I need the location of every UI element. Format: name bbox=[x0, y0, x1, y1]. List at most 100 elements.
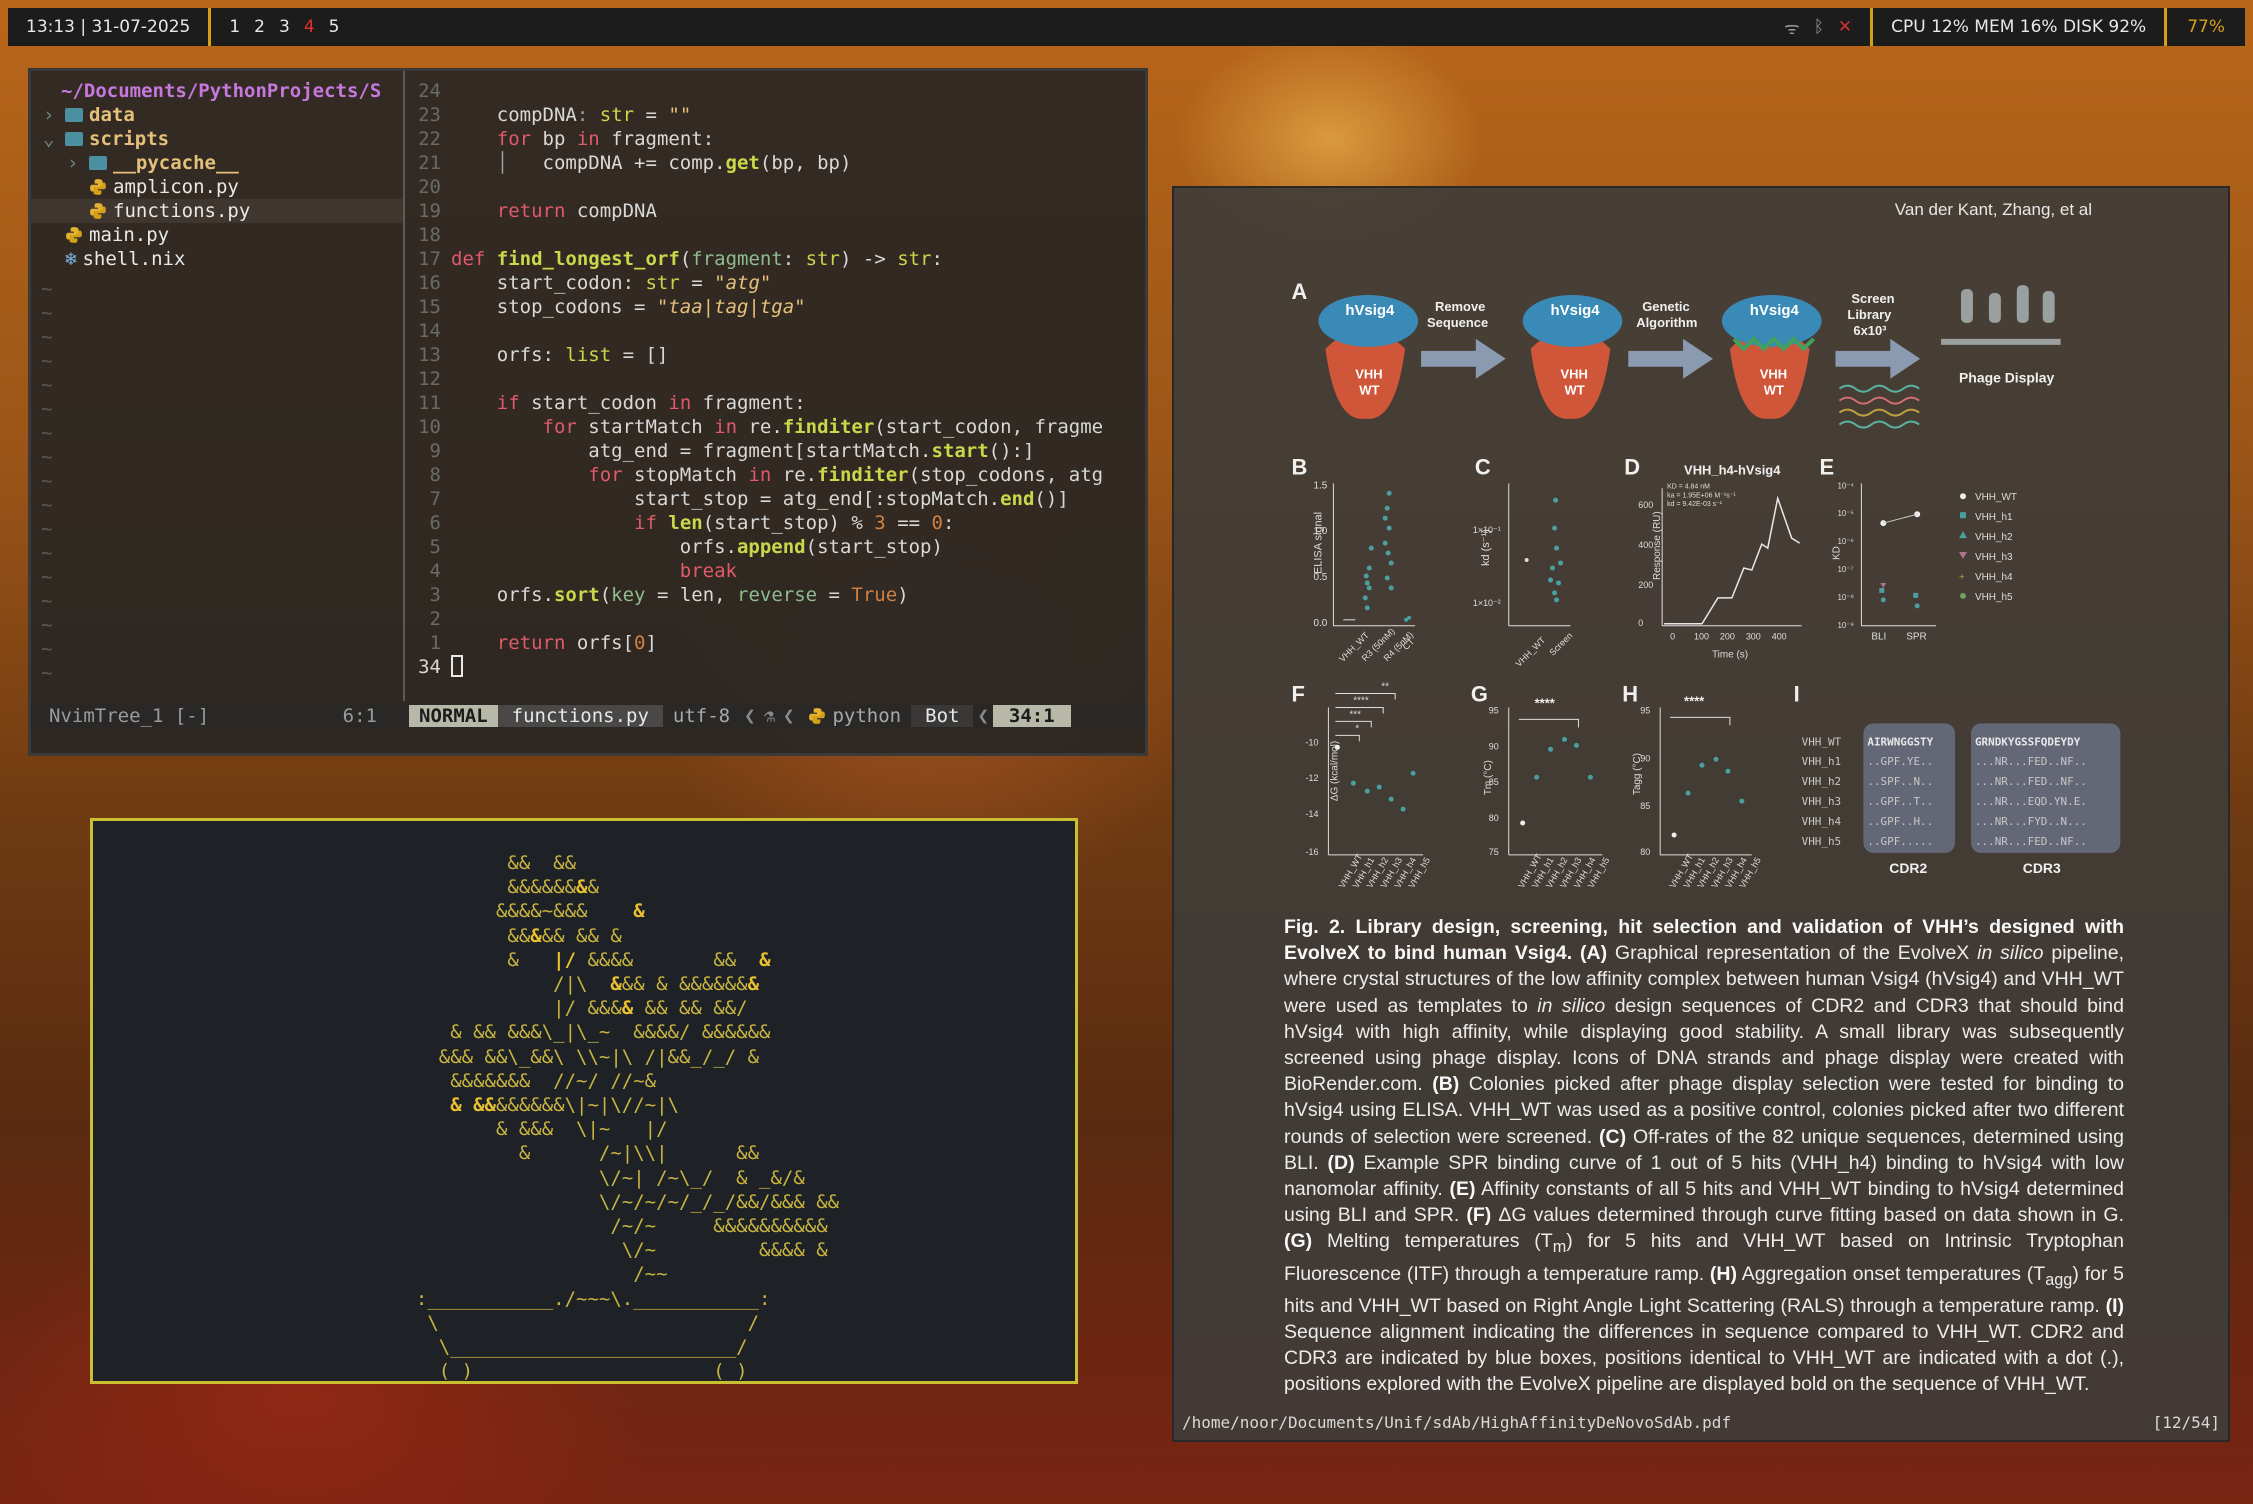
tree-buffer-name: NvimTree_1 [-] bbox=[49, 705, 210, 727]
svg-text:Sequence: Sequence bbox=[1427, 315, 1488, 330]
svg-text:VHH_h2: VHH_h2 bbox=[1975, 532, 2013, 543]
svg-text:****: **** bbox=[1353, 695, 1369, 706]
terminal-window[interactable]: && && &&&&&&&& &&&&~&&& & &&&&& && & & |… bbox=[90, 818, 1078, 1384]
chevron-down-icon: ⌄ bbox=[43, 128, 55, 150]
complex-2: hVsig4 VHH WT bbox=[1522, 295, 1623, 419]
svg-text:WT: WT bbox=[1565, 383, 1585, 398]
svg-text:..GPF..H..: ..GPF..H.. bbox=[1867, 815, 1933, 828]
svg-text:10⁻⁴: 10⁻⁴ bbox=[1837, 481, 1854, 490]
svg-text:90: 90 bbox=[1489, 741, 1499, 751]
workspace-2[interactable]: 2 bbox=[254, 17, 265, 37]
tree-item-label: functions.py bbox=[113, 200, 251, 222]
svg-text:10⁻⁷: 10⁻⁷ bbox=[1837, 565, 1853, 574]
wifi-icon[interactable]: ᯤ bbox=[1784, 16, 1800, 39]
python-icon bbox=[66, 227, 82, 243]
chevron-left-icon: ❮ bbox=[783, 705, 795, 727]
panel-label-d: D bbox=[1624, 454, 1640, 479]
svg-text:Screen: Screen bbox=[1851, 291, 1894, 306]
tree-item-label: main.py bbox=[89, 224, 170, 246]
svg-text:...NR...FED..NF..: ...NR...FED..NF.. bbox=[1975, 835, 2087, 848]
svg-text:VHH_h4-hVsig4: VHH_h4-hVsig4 bbox=[1684, 462, 1781, 477]
svg-text:VHH_h5: VHH_h5 bbox=[1975, 592, 2013, 603]
file-type: python bbox=[832, 705, 902, 727]
flask-icon: ⚗ bbox=[763, 705, 776, 727]
resource-monitor: CPU 12% MEM 16% DISK 92% bbox=[1873, 8, 2168, 46]
code-editor[interactable]: 24 23 compDNA: str = "" 22 for bp in fra… bbox=[407, 79, 1147, 699]
folder-icon bbox=[89, 156, 107, 170]
clock: 13:13 | 31-07-2025 bbox=[8, 8, 212, 46]
vim-mode: NORMAL bbox=[409, 705, 498, 727]
svg-text:+: + bbox=[1959, 572, 1965, 583]
svg-text:10⁻⁶: 10⁻⁶ bbox=[1837, 537, 1853, 546]
svg-text:VHH_h4: VHH_h4 bbox=[1802, 815, 1842, 828]
svg-text:VHH_WT: VHH_WT bbox=[1975, 492, 2017, 503]
empty-line-markers: ~ ~ ~ ~ ~ ~ ~ ~ ~ ~ ~ ~ ~ ~ ~ ~ ~ bbox=[41, 278, 53, 684]
svg-text:1.5: 1.5 bbox=[1313, 480, 1327, 491]
svg-text:KD: KD bbox=[1831, 546, 1842, 560]
panel-f-deltaG: ΔG (kcal/mol) -10 -12 -14 -16 ** **** **… bbox=[1306, 682, 1433, 890]
tree-item-functions[interactable]: functions.py bbox=[31, 199, 403, 223]
svg-text:..GPF.....: ..GPF..... bbox=[1867, 835, 1933, 848]
svg-text:95: 95 bbox=[1489, 705, 1499, 715]
svg-text:****: **** bbox=[1684, 693, 1705, 708]
nvim-window[interactable]: ~/Documents/PythonProjects/S › data ⌄ scri… bbox=[28, 68, 1148, 756]
svg-text:Remove: Remove bbox=[1435, 299, 1485, 314]
file-tree: ~/Documents/PythonProjects/S › data ⌄ scri… bbox=[31, 71, 403, 701]
chevron-right-icon: › bbox=[67, 152, 79, 174]
tree-item-shell-nix[interactable]: ❄ shell.nix bbox=[31, 247, 403, 271]
tree-item-main[interactable]: main.py bbox=[31, 223, 403, 247]
svg-text:1×10⁻¹: 1×10⁻¹ bbox=[1473, 525, 1501, 535]
tree-item-label: data bbox=[89, 104, 135, 126]
tree-item-label: scripts bbox=[89, 128, 170, 150]
close-icon[interactable]: ✕ bbox=[1838, 17, 1852, 37]
scroll-position: Bot bbox=[911, 705, 974, 727]
pdf-page-indicator: [12/54] bbox=[2152, 1413, 2220, 1432]
svg-text:hVsig4: hVsig4 bbox=[1551, 302, 1601, 319]
pdf-viewer[interactable]: Van der Kant, Zhang, et al A hVsig4 VHH … bbox=[1172, 186, 2230, 1442]
panel-e-affinity: KD 10⁻⁴ 10⁻⁵ 10⁻⁶ 10⁻⁷ 10⁻⁸ 10⁻⁹ BLI SPR… bbox=[1831, 481, 2017, 642]
tree-item-scripts[interactable]: ⌄ scripts bbox=[31, 127, 403, 151]
tray-status: ᯤ ᛒ ✕ bbox=[1766, 8, 1874, 46]
svg-text:0.0: 0.0 bbox=[1313, 618, 1327, 629]
file-encoding: utf-8 bbox=[672, 705, 731, 727]
panel-label-i: I bbox=[1794, 681, 1800, 706]
pdf-status-bar: /home/noor/Documents/Unif/sdAb/HighAffin… bbox=[1182, 1413, 2220, 1432]
workspace-4[interactable]: 4 bbox=[304, 17, 315, 37]
svg-text:CDR2: CDR2 bbox=[1889, 860, 1927, 876]
workspace-3[interactable]: 3 bbox=[279, 17, 290, 37]
chevron-left-icon: ❮ bbox=[977, 705, 989, 727]
tree-item-data[interactable]: › data bbox=[31, 103, 403, 127]
svg-text:VHH: VHH bbox=[1355, 367, 1382, 382]
svg-text:VHH: VHH bbox=[1561, 367, 1588, 382]
svg-text:85: 85 bbox=[1489, 777, 1499, 787]
svg-text:VHH_h1: VHH_h1 bbox=[1975, 512, 2013, 523]
panel-label-h: H bbox=[1622, 681, 1638, 706]
svg-text:..GPF.YE..: ..GPF.YE.. bbox=[1867, 755, 1933, 768]
svg-text:WT: WT bbox=[1764, 383, 1784, 398]
svg-text:90: 90 bbox=[1640, 753, 1650, 763]
top-bar: 13:13 | 31-07-2025 1 2 3 4 5 ᯤ ᛒ ✕ CPU 1… bbox=[8, 8, 2245, 46]
svg-text:VHH_h5: VHH_h5 bbox=[1802, 835, 1842, 848]
tree-item-pycache[interactable]: › __pycache__ bbox=[31, 151, 403, 175]
workspace-1[interactable]: 1 bbox=[229, 17, 240, 37]
svg-text:200: 200 bbox=[1638, 580, 1653, 590]
svg-text:300: 300 bbox=[1746, 632, 1761, 642]
phage-display-icon bbox=[1941, 285, 2061, 345]
svg-text:...NR...FYD..N...: ...NR...FYD..N... bbox=[1975, 815, 2087, 828]
protein-label: hVsig4 bbox=[1345, 302, 1395, 319]
bluetooth-icon[interactable]: ᛒ bbox=[1814, 17, 1824, 37]
workspace-5[interactable]: 5 bbox=[329, 17, 340, 37]
tree-item-amplicon[interactable]: amplicon.py bbox=[31, 175, 403, 199]
svg-text:***: *** bbox=[1349, 709, 1361, 720]
svg-text:100: 100 bbox=[1694, 632, 1709, 642]
split-separator[interactable] bbox=[403, 71, 405, 701]
svg-text:AIRWNGGSTY: AIRWNGGSTY bbox=[1867, 735, 1933, 748]
svg-text:VHH_h3: VHH_h3 bbox=[1802, 795, 1842, 808]
ascii-bonsai-art: && && &&&&&&&& &&&&~&&& & &&&&& && & & |… bbox=[415, 852, 840, 1383]
tree-item-label: __pycache__ bbox=[113, 152, 239, 174]
svg-text:-10: -10 bbox=[1306, 737, 1319, 747]
nix-icon: ❄ bbox=[65, 248, 77, 270]
svg-text:0.5: 0.5 bbox=[1313, 572, 1327, 583]
svg-text:Genetic: Genetic bbox=[1642, 299, 1689, 314]
tree-root-path[interactable]: ~/Documents/PythonProjects/S bbox=[31, 79, 403, 103]
